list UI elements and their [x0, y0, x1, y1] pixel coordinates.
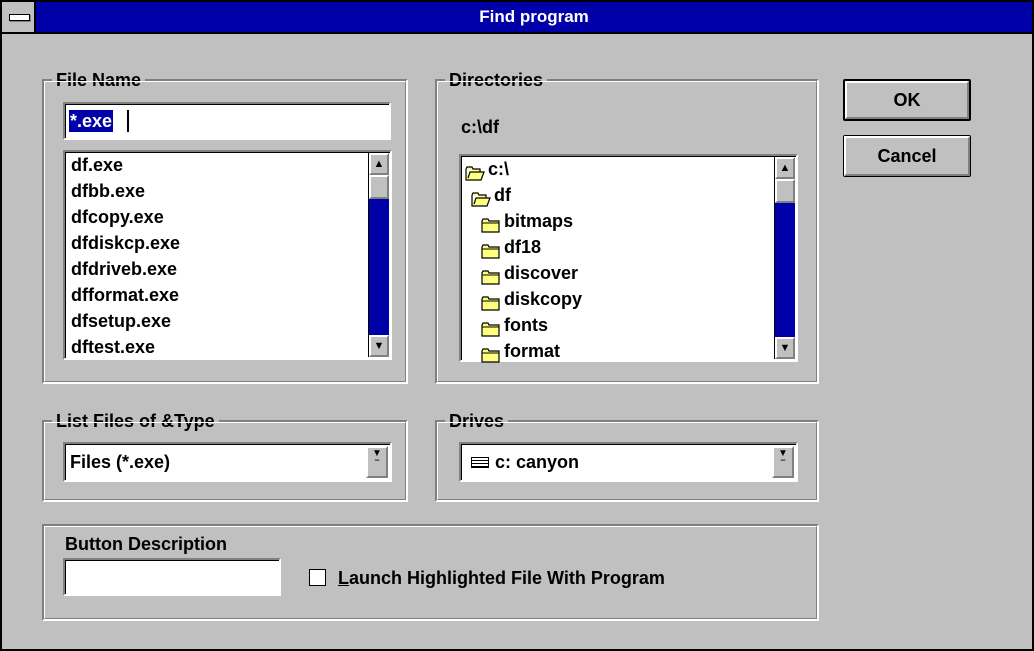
open-folder-icon: [471, 188, 491, 207]
folder-icon: [481, 240, 500, 259]
directory-list-item[interactable]: df18: [481, 234, 541, 260]
title-bar: Find program: [2, 2, 1032, 34]
drives-value: c: canyon: [495, 452, 580, 472]
current-directory: c:\df: [461, 117, 499, 137]
directory-name: c:\: [488, 159, 510, 179]
folder-icon: [481, 292, 500, 311]
file-list-scrollbar[interactable]: ▲ ▼: [368, 153, 389, 357]
launch-highlighted-label[interactable]: Launch Highlighted File With Program: [338, 566, 665, 590]
file-name-label: File Name: [52, 68, 146, 92]
directory-name: discover: [504, 263, 579, 283]
launch-highlighted-checkbox[interactable]: [309, 569, 326, 586]
scroll-up-arrow-icon[interactable]: ▲: [369, 153, 389, 175]
directory-list-item[interactable]: discover: [481, 260, 578, 286]
find-program-dialog: Find program File Name *.exe df.exe dfbb.…: [0, 0, 1034, 651]
directories-label: Directories: [445, 68, 548, 92]
directory-name: format: [504, 341, 561, 361]
directory-list-item[interactable]: bitmaps: [481, 208, 573, 234]
file-list-item[interactable]: dftest.exe: [71, 334, 155, 360]
file-list-item[interactable]: dfdriveb.exe: [71, 256, 177, 282]
directory-list-item[interactable]: fonts: [481, 312, 548, 338]
scroll-thumb[interactable]: [775, 179, 795, 203]
folder-icon: [481, 214, 500, 233]
directory-list-item[interactable]: format: [481, 338, 560, 364]
text-cursor: [127, 110, 129, 132]
dropdown-arrow-icon[interactable]: ▼ ‾: [366, 446, 388, 478]
open-folder-icon: [465, 162, 485, 181]
drive-icon: [471, 457, 489, 468]
launch-label-text: aunch Highlighted File With Program: [349, 568, 665, 588]
dialog-title: Find program: [479, 7, 589, 26]
scroll-thumb[interactable]: [369, 175, 389, 199]
launch-label-accelerator: L: [338, 568, 349, 588]
file-type-combo[interactable]: Files (*.exe) ▼ ‾: [63, 442, 392, 482]
directory-name: diskcopy: [504, 289, 583, 309]
folder-icon: [481, 266, 500, 285]
ok-button-label: OK: [893, 89, 921, 110]
scroll-down-arrow-icon[interactable]: ▼: [775, 337, 795, 359]
directory-list-item[interactable]: df: [471, 182, 511, 208]
file-list[interactable]: df.exe dfbb.exe dfcopy.exe dfdiskcp.exe dfdr…: [63, 150, 392, 360]
file-list-item[interactable]: dfsetup.exe: [71, 308, 171, 334]
directory-name: bitmaps: [504, 211, 574, 231]
directory-name: df: [494, 185, 511, 205]
directory-list[interactable]: c:\ df bitmaps df18 discover diskcopy fonts for…: [459, 154, 798, 364]
button-description-label: Button Description: [65, 532, 227, 556]
file-name-input[interactable]: *.exe: [63, 102, 391, 140]
cancel-button-label: Cancel: [877, 145, 937, 166]
file-name-value: *.exe: [69, 110, 114, 132]
scroll-up-arrow-icon[interactable]: ▲: [775, 157, 795, 179]
drives-label: Drives: [445, 409, 509, 433]
directory-list-item[interactable]: diskcopy: [481, 286, 582, 312]
file-list-item[interactable]: df.exe: [71, 152, 123, 178]
folder-icon: [481, 318, 500, 337]
button-description-input[interactable]: [63, 558, 281, 596]
drives-combo[interactable]: c: canyon ▼ ‾: [459, 442, 798, 482]
directory-list-item[interactable]: c:\: [465, 156, 509, 182]
ok-button[interactable]: OK: [843, 79, 971, 121]
directory-name: df18: [504, 237, 542, 257]
folder-icon: [481, 344, 500, 363]
directory-list-scrollbar[interactable]: ▲ ▼: [774, 157, 795, 359]
file-list-item[interactable]: dfbb.exe: [71, 178, 145, 204]
dropdown-arrow-icon[interactable]: ▼ ‾: [772, 446, 794, 478]
file-type-value: Files (*.exe): [70, 452, 171, 472]
file-list-item[interactable]: dfformat.exe: [71, 282, 179, 308]
scroll-down-arrow-icon[interactable]: ▼: [369, 335, 389, 357]
file-list-item[interactable]: dfdiskcp.exe: [71, 230, 180, 256]
system-menu-icon: [9, 14, 30, 21]
system-menu-button[interactable]: [2, 2, 36, 32]
file-list-item[interactable]: dfcopy.exe: [71, 204, 164, 230]
cancel-button[interactable]: Cancel: [843, 135, 971, 177]
directory-name: fonts: [504, 315, 548, 335]
file-type-label: List Files of &Type: [52, 409, 219, 433]
